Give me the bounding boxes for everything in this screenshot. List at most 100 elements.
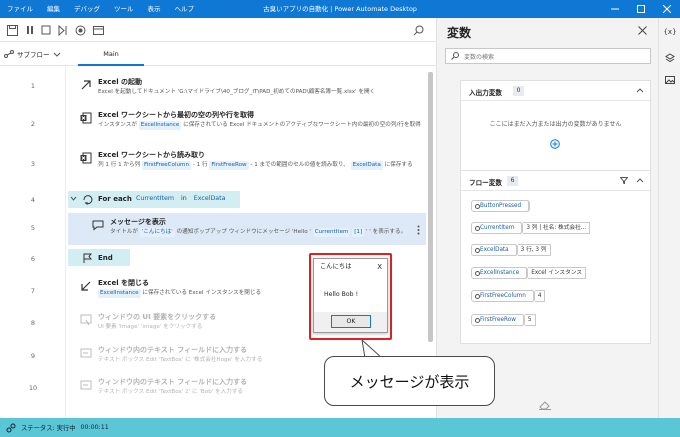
- chevron-up-icon[interactable]: [636, 178, 644, 183]
- ok-button[interactable]: OK: [331, 315, 371, 328]
- annotation-callout: メッセージが表示: [324, 356, 495, 406]
- variable-value: 3 行, 3 列: [517, 244, 551, 256]
- chevron-down-icon: [53, 52, 61, 57]
- action-description: タイトルが 'こんにちは' の通知ポップアップ ウィンドウにメッセージ 'Hel…: [110, 228, 410, 237]
- text-field-icon: [80, 347, 92, 359]
- line-number: 7: [30, 287, 36, 295]
- layers-icon[interactable]: [664, 52, 676, 64]
- window-title: 古臭いアプリの自動化 | Power Automate Desktop: [263, 5, 417, 13]
- scrollbar-thumb[interactable]: [428, 72, 433, 342]
- line-number: 5: [30, 224, 36, 232]
- variable-chip: ExcelData: [350, 161, 383, 170]
- loop-icon: [82, 194, 94, 206]
- description-text: の通知ポップアップ ウィンドウにメッセージ 'Hello ': [174, 229, 313, 235]
- description-text: Excel を起動してドキュメント 'G:\マイドライブ\40_ブログ_IT\P…: [98, 89, 376, 95]
- search-icon[interactable]: [412, 24, 424, 36]
- variable-name: FirstFreeRow: [471, 314, 525, 326]
- maximize-button[interactable]: [628, 0, 654, 18]
- action-read-from-excel[interactable]: Excel ワークシートから読み取り 列 1 行 1 から列 FirstFree…: [68, 150, 426, 182]
- line-number: 1: [30, 82, 36, 90]
- add-variable-icon[interactable]: [550, 139, 560, 149]
- action-title: For each: [98, 195, 132, 203]
- flow-variables-count: 6: [507, 176, 518, 186]
- line-number: 3: [30, 160, 36, 168]
- action-get-first-free-row-column[interactable]: Excel ワークシートから最初の空の列や行を取得 インスタンスが ExcelI…: [68, 110, 426, 140]
- action-end[interactable]: End: [68, 252, 130, 266]
- line-number: 8: [30, 319, 36, 327]
- variable-name: ButtonPressed: [471, 200, 531, 212]
- close-arrow-icon: [80, 280, 92, 292]
- description-text: 列 1 行 1 から列: [98, 162, 142, 168]
- description-text: に保存されている Excel ドキュメントのアクティブなワークシート内の最初の空…: [181, 122, 421, 128]
- line-number: 10: [28, 384, 38, 392]
- filter-icon[interactable]: [620, 177, 628, 184]
- tab-main[interactable]: Main: [78, 42, 144, 66]
- flow-variables-label: フロー変数: [469, 179, 502, 187]
- variables-search-input[interactable]: 変数の検索: [445, 48, 651, 64]
- flow-toolbar: [0, 18, 436, 42]
- collection-variable-chip: ExcelData: [193, 195, 226, 202]
- subflows-dropdown[interactable]: サブフロー: [4, 47, 61, 61]
- for-each-header-params: CurrentItem in ExcelData: [136, 195, 225, 202]
- variables-rail-icon[interactable]: {x}: [663, 26, 676, 38]
- status-bar: ステータス: 実行中 00:00:11: [0, 418, 680, 437]
- more-options-icon[interactable]: [417, 225, 420, 235]
- variable-row[interactable]: FirstFreeRow 5: [471, 313, 536, 327]
- io-empty-text: ここにはまだ入力または出力の変数がありません: [489, 121, 622, 128]
- excel-icon: [80, 152, 92, 164]
- variable-row[interactable]: ButtonPressed: [471, 199, 531, 213]
- description-text: タイトルが: [110, 229, 140, 235]
- stop-icon[interactable]: [40, 24, 52, 36]
- action-title: Excel ワークシートから読み取り: [98, 151, 206, 159]
- collapse-chevron-icon[interactable]: [70, 196, 77, 201]
- variable-chip: FirstFreeColumn: [141, 161, 192, 170]
- recorder-icon[interactable]: [74, 24, 86, 36]
- elapsed-time: 00:00:11: [80, 424, 109, 431]
- image-icon[interactable]: [664, 74, 676, 86]
- variable-row[interactable]: FirstFreeColumn 4: [471, 289, 546, 303]
- io-variables-label: 入出力変数: [469, 89, 502, 97]
- io-variables-header[interactable]: 入出力変数 0: [461, 81, 650, 101]
- action-for-each[interactable]: For each CurrentItem in ExcelData: [68, 193, 240, 207]
- variable-value: 3 列 | 社名: 株式会社...: [523, 222, 591, 234]
- pause-icon[interactable]: [24, 24, 36, 36]
- subflow-bar: サブフロー Main: [0, 42, 436, 66]
- description-text: - 1 までの範囲のセルの値を読み取り、: [248, 162, 351, 168]
- variable-name: FirstFreeColumn: [471, 290, 535, 302]
- run-next-action-icon[interactable]: [56, 24, 68, 36]
- eraser-icon[interactable]: [539, 400, 551, 410]
- window-controls: [602, 0, 680, 18]
- title-bar: ファイル 編集 デバッグ ツール 表示 ヘルプ 古臭いアプリの自動化 | Pow…: [0, 0, 680, 18]
- variable-chip: 'こんにちは': [139, 228, 175, 237]
- line-number-gutter: [0, 66, 66, 418]
- description-text: に保存する: [382, 162, 413, 168]
- close-icon[interactable]: [638, 26, 648, 36]
- description-text: テキスト ボックス Edit 'TextBox' 2' に 'Bob' を入力す…: [98, 389, 244, 395]
- variable-row[interactable]: CurrentItem 3 列 | 社名: 株式会社...: [471, 221, 591, 235]
- action-launch-excel[interactable]: Excel の起動 Excel を起動してドキュメント 'G:\マイドライブ\4…: [68, 77, 426, 101]
- variable-name: CurrentItem: [471, 222, 524, 234]
- dialog-footer: OK: [314, 312, 387, 332]
- variable-chip: ExcelInstance: [138, 121, 182, 130]
- close-button[interactable]: [654, 0, 680, 18]
- web-recorder-icon[interactable]: [92, 24, 104, 36]
- action-description: 列 1 行 1 から列 FirstFreeColumn - 1 行 FirstF…: [98, 161, 426, 170]
- chevron-up-icon[interactable]: [636, 88, 644, 93]
- status-text: ステータス: 実行中: [21, 425, 76, 432]
- message-dialog: こんにちは X Hello Bob ! OK: [313, 258, 388, 333]
- minimize-button[interactable]: [602, 0, 628, 18]
- save-icon[interactable]: [6, 24, 18, 36]
- dialog-close-button[interactable]: X: [377, 259, 382, 275]
- action-title: Excel ワークシートから最初の空の列や行を取得: [98, 111, 255, 119]
- variable-name: ExcelInstance: [471, 267, 529, 279]
- description-text: インスタンスが: [98, 122, 139, 128]
- variable-row[interactable]: ExcelData 3 行, 3 列: [471, 243, 551, 257]
- flow-variables-panel: フロー変数 6 ButtonPressed CurrentItem 3 列 | 社…: [460, 170, 651, 344]
- action-description: Excel を起動してドキュメント 'G:\マイドライブ\40_ブログ_IT\P…: [98, 88, 426, 97]
- side-rail: {x}: [658, 18, 680, 418]
- variable-row[interactable]: ExcelInstance Excel インスタンス: [471, 266, 587, 280]
- flow-variables-header[interactable]: フロー変数 6: [461, 171, 650, 191]
- variable-chip: CurrentItem: [312, 228, 351, 237]
- action-title: ウィンドウ内のテキスト フィールドに入力する: [98, 378, 248, 386]
- action-display-message[interactable]: メッセージを表示 タイトルが 'こんにちは' の通知ポップアップ ウィンドウにメ…: [80, 217, 426, 243]
